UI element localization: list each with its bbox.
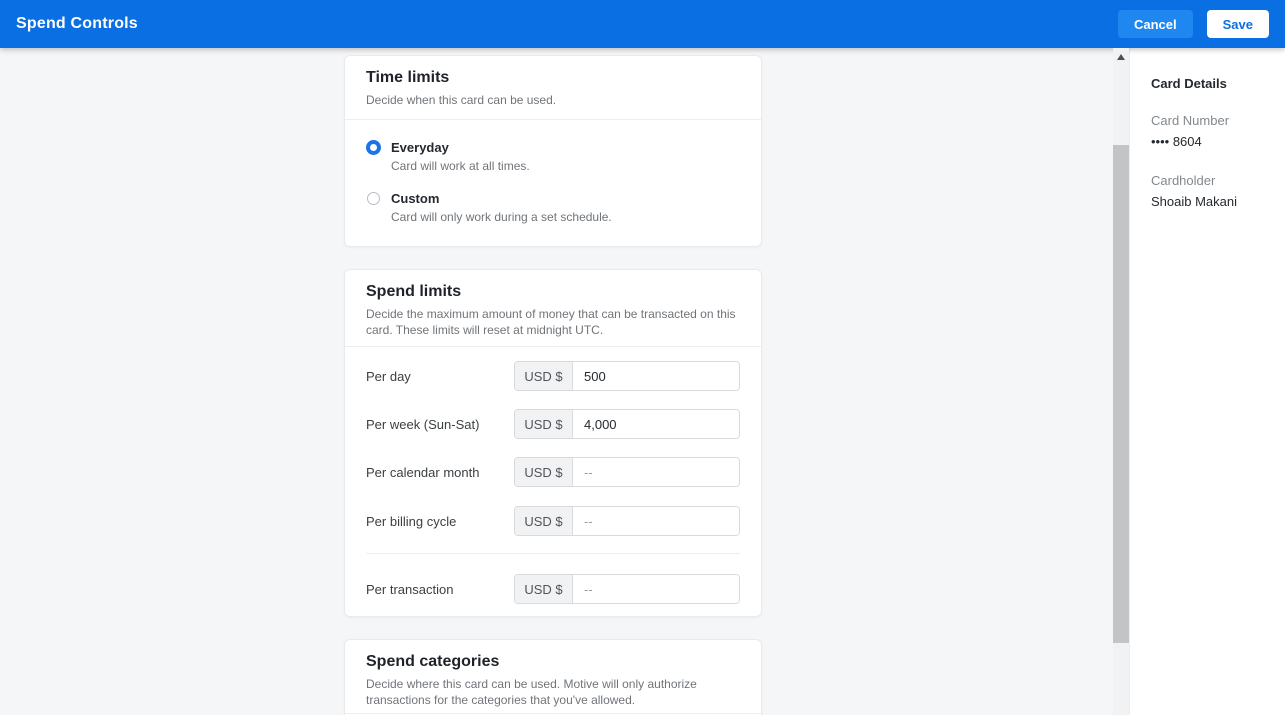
spend-categories-description: Decide where this card can be used. Moti…	[366, 676, 740, 708]
cardholder-label: Cardholder	[1151, 173, 1264, 189]
card-number-label: Card Number	[1151, 113, 1264, 129]
limit-row-per-billing-cycle: Per billing cycle USD $	[366, 506, 740, 536]
currency-prefix: USD $	[515, 362, 573, 390]
card-details-panel: Card Details Card Number •••• 8604 Cardh…	[1129, 48, 1285, 715]
time-limits-header: Time limits Decide when this card can be…	[345, 56, 761, 120]
limit-row-label: Per transaction	[366, 582, 514, 597]
per-billing-cycle-amount-input[interactable]	[573, 507, 739, 535]
spend-categories-title: Spend categories	[366, 652, 740, 672]
vertical-scrollbar[interactable]	[1113, 48, 1129, 715]
radio-unselected-icon[interactable]	[367, 192, 380, 205]
scrollbar-up-button[interactable]	[1113, 48, 1129, 65]
option-label: Everyday	[391, 140, 530, 156]
limit-row-per-transaction: Per transaction USD $	[366, 574, 740, 604]
amount-input-group: USD $	[514, 574, 740, 604]
limit-row-per-calendar-month: Per calendar month USD $	[366, 457, 740, 487]
page-title: Spend Controls	[16, 15, 138, 33]
currency-prefix: USD $	[515, 507, 573, 535]
time-limits-card: Time limits Decide when this card can be…	[344, 55, 762, 247]
app-header: Spend Controls Cancel Save	[0, 0, 1285, 48]
spend-categories-header: Spend categories Decide where this card …	[345, 640, 761, 714]
row-divider	[366, 553, 740, 554]
spend-limits-description: Decide the maximum amount of money that …	[366, 306, 740, 338]
time-limits-options: Everyday Card will work at all times. Cu…	[345, 120, 761, 246]
limit-row-per-week: Per week (Sun-Sat) USD $	[366, 409, 740, 439]
cancel-button[interactable]: Cancel	[1118, 10, 1193, 38]
amount-input-group: USD $	[514, 409, 740, 439]
option-label: Custom	[391, 191, 612, 207]
per-week-amount-input[interactable]	[573, 410, 739, 438]
card-number-value: •••• 8604	[1151, 134, 1264, 150]
scrollbar-thumb[interactable]	[1113, 145, 1129, 643]
currency-prefix: USD $	[515, 410, 573, 438]
scroll-up-icon	[1117, 54, 1125, 60]
option-text: Everyday Card will work at all times.	[391, 140, 530, 174]
main-content: Time limits Decide when this card can be…	[0, 48, 1113, 715]
amount-input-group: USD $	[514, 506, 740, 536]
per-calendar-month-amount-input[interactable]	[573, 458, 739, 486]
limit-row-per-day: Per day USD $	[366, 361, 740, 391]
spend-limits-title: Spend limits	[366, 282, 740, 302]
option-description: Card will only work during a set schedul…	[391, 209, 612, 225]
limit-row-label: Per day	[366, 369, 514, 384]
spend-limits-header: Spend limits Decide the maximum amount o…	[345, 270, 761, 347]
option-description: Card will work at all times.	[391, 158, 530, 174]
currency-prefix: USD $	[515, 575, 573, 603]
amount-input-group: USD $	[514, 457, 740, 487]
currency-prefix: USD $	[515, 458, 573, 486]
limit-row-label: Per week (Sun-Sat)	[366, 417, 514, 432]
spend-limits-rows: Per day USD $ Per week (Sun-Sat) USD $ P…	[345, 347, 761, 616]
radio-option-everyday[interactable]: Everyday Card will work at all times.	[366, 140, 740, 174]
cardholder-value: Shoaib Makani	[1151, 194, 1264, 210]
limit-row-label: Per billing cycle	[366, 514, 514, 529]
spend-limits-card: Spend limits Decide the maximum amount o…	[344, 269, 762, 617]
card-details-title: Card Details	[1151, 76, 1264, 92]
radio-selected-icon[interactable]	[366, 140, 381, 155]
limit-row-label: Per calendar month	[366, 465, 514, 480]
spend-categories-card: Spend categories Decide where this card …	[344, 639, 762, 715]
option-text: Custom Card will only work during a set …	[391, 191, 612, 225]
content-column: Time limits Decide when this card can be…	[344, 48, 762, 715]
per-transaction-amount-input[interactable]	[573, 575, 739, 603]
time-limits-title: Time limits	[366, 68, 740, 88]
radio-option-custom[interactable]: Custom Card will only work during a set …	[366, 191, 740, 225]
save-button[interactable]: Save	[1207, 10, 1269, 38]
amount-input-group: USD $	[514, 361, 740, 391]
time-limits-description: Decide when this card can be used.	[366, 92, 740, 108]
per-day-amount-input[interactable]	[573, 362, 739, 390]
